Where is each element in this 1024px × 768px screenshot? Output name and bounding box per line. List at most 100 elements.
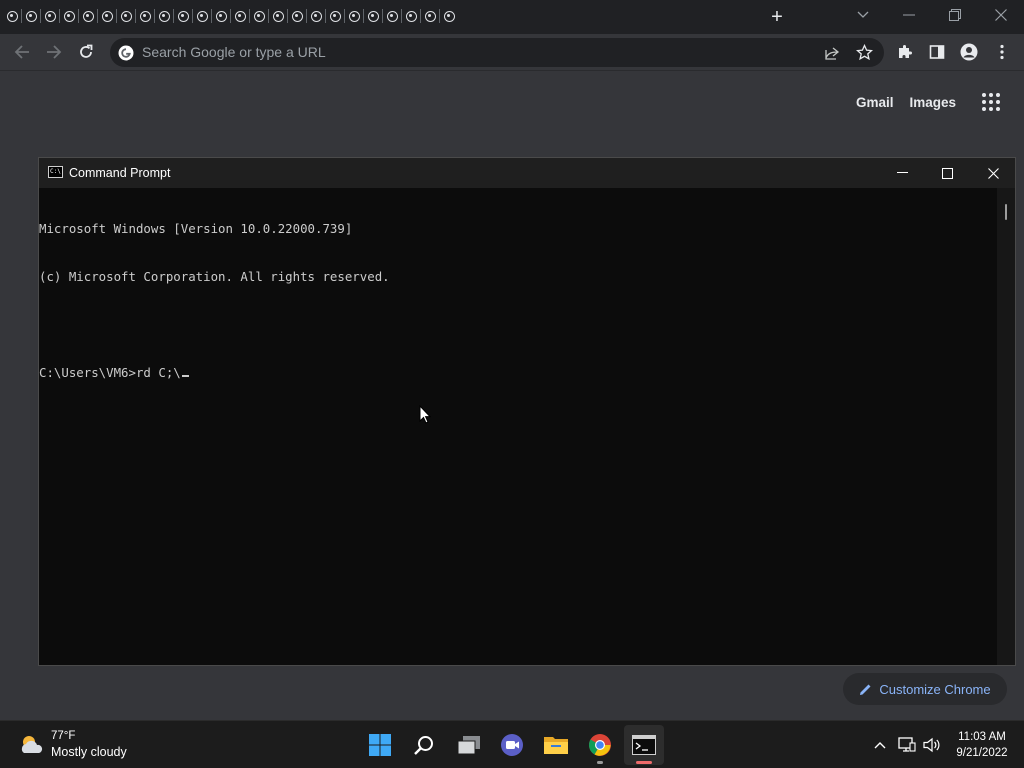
loading-tab-icon [44, 10, 56, 22]
folder-icon [544, 737, 568, 754]
tab-search-button[interactable] [849, 4, 877, 26]
chrome-taskbar-button[interactable] [580, 725, 620, 765]
browser-tab[interactable] [424, 8, 436, 24]
browser-tab[interactable] [120, 8, 132, 24]
tab-separator [154, 9, 155, 23]
cmd-close-button[interactable] [970, 158, 1016, 188]
new-tab-button[interactable]: + [766, 6, 788, 28]
task-view-icon [457, 736, 480, 755]
cmd-scrollbar[interactable] [997, 188, 1015, 665]
loading-tab-icon [158, 10, 170, 22]
browser-tab[interactable] [253, 8, 265, 24]
browser-tab[interactable] [63, 8, 75, 24]
tab-separator [268, 9, 269, 23]
browser-toolbar: Search Google or type a URL [0, 34, 1024, 71]
browser-tab[interactable] [329, 8, 341, 24]
tab-separator [382, 9, 383, 23]
console-prompt-line: C:\Users\VM6>rd C;\ [39, 365, 997, 381]
loading-tab-icon [25, 10, 37, 22]
browser-tab[interactable] [291, 8, 303, 24]
loading-tab-icon [6, 10, 18, 22]
cmd-minimize-button[interactable] [879, 158, 925, 188]
restore-button[interactable] [941, 4, 969, 26]
cmd-title-bar[interactable]: C:\ Command Prompt [39, 158, 1015, 188]
browser-tab[interactable] [215, 8, 227, 24]
loading-tab-icon [291, 10, 303, 22]
loading-tab-icon [443, 10, 455, 22]
browser-tab[interactable] [443, 8, 455, 24]
gmail-link[interactable]: Gmail [856, 95, 894, 110]
browser-tab[interactable] [139, 8, 151, 24]
text-cursor [181, 375, 189, 377]
minimize-button[interactable] [895, 4, 923, 26]
browser-tab[interactable] [177, 8, 189, 24]
tab-separator [287, 9, 288, 23]
arrow-right-icon [47, 45, 62, 59]
browser-tab[interactable] [367, 8, 379, 24]
browser-tab[interactable] [310, 8, 322, 24]
extensions-button[interactable] [892, 39, 918, 65]
browser-tab[interactable] [44, 8, 56, 24]
browser-tab[interactable] [6, 8, 18, 24]
browser-tab[interactable] [405, 8, 417, 24]
star-bookmark-icon[interactable] [856, 44, 873, 61]
task-view-button[interactable] [449, 725, 489, 765]
omnibox[interactable]: Search Google or type a URL [110, 38, 884, 67]
side-panel-button[interactable] [924, 39, 950, 65]
browser-tab[interactable] [158, 8, 170, 24]
active-indicator [636, 761, 652, 764]
customize-chrome-button[interactable]: Customize Chrome [843, 673, 1007, 705]
share-icon[interactable] [824, 45, 840, 61]
network-status-button[interactable] [897, 735, 917, 755]
close-window-button[interactable] [987, 4, 1015, 26]
browser-tab[interactable] [234, 8, 246, 24]
cmd-scrollbar-thumb[interactable] [1005, 204, 1007, 220]
ntp-header-links: Gmail Images [856, 88, 1000, 116]
tab-separator [344, 9, 345, 23]
console-input-text: C:\Users\VM6>rd C;\ [39, 365, 181, 380]
tab-separator [135, 9, 136, 23]
mouse-cursor-icon [419, 405, 431, 424]
cmd-console-output[interactable]: Microsoft Windows [Version 10.0.22000.73… [39, 188, 997, 665]
tab-separator [78, 9, 79, 23]
start-button[interactable] [360, 725, 400, 765]
google-apps-icon[interactable] [982, 93, 1000, 111]
chrome-menu-button[interactable] [989, 39, 1015, 65]
loading-tab-icon [196, 10, 208, 22]
reload-button[interactable] [73, 39, 99, 65]
loading-tab-icon [329, 10, 341, 22]
cmd-taskbar-button[interactable] [624, 725, 664, 765]
browser-tab[interactable] [25, 8, 37, 24]
browser-tab[interactable] [196, 8, 208, 24]
chat-icon [501, 734, 523, 756]
browser-tab[interactable] [348, 8, 360, 24]
windows-logo-icon [369, 734, 391, 756]
kebab-menu-icon [1000, 44, 1004, 60]
search-button[interactable] [404, 725, 444, 765]
file-explorer-button[interactable] [536, 725, 576, 765]
profile-button[interactable] [956, 39, 982, 65]
browser-tab[interactable] [82, 8, 94, 24]
images-link[interactable]: Images [909, 95, 956, 110]
browser-tab[interactable] [101, 8, 113, 24]
loading-tab-icon [120, 10, 132, 22]
tab-separator [59, 9, 60, 23]
browser-tab[interactable] [272, 8, 284, 24]
cmd-maximize-button[interactable] [924, 158, 970, 188]
back-button[interactable] [9, 39, 35, 65]
volume-button[interactable] [922, 735, 942, 755]
tab-separator [173, 9, 174, 23]
omnibox-input[interactable]: Search Google or type a URL [142, 38, 742, 67]
system-clock[interactable]: 11:03 AM 9/21/2022 [953, 729, 1011, 761]
cmd-window-title: Command Prompt [69, 166, 171, 180]
console-line: (c) Microsoft Corporation. All rights re… [39, 269, 390, 284]
customize-chrome-label: Customize Chrome [879, 681, 991, 697]
tab-separator [401, 9, 402, 23]
loading-tab-icon [63, 10, 75, 22]
forward-button[interactable] [41, 39, 67, 65]
loading-tab-icon [234, 10, 246, 22]
command-prompt-window[interactable]: C:\ Command Prompt Microsoft Windows [Ve… [38, 157, 1016, 666]
browser-tab[interactable] [386, 8, 398, 24]
show-hidden-icons-button[interactable] [870, 735, 890, 755]
teams-chat-button[interactable] [492, 725, 532, 765]
